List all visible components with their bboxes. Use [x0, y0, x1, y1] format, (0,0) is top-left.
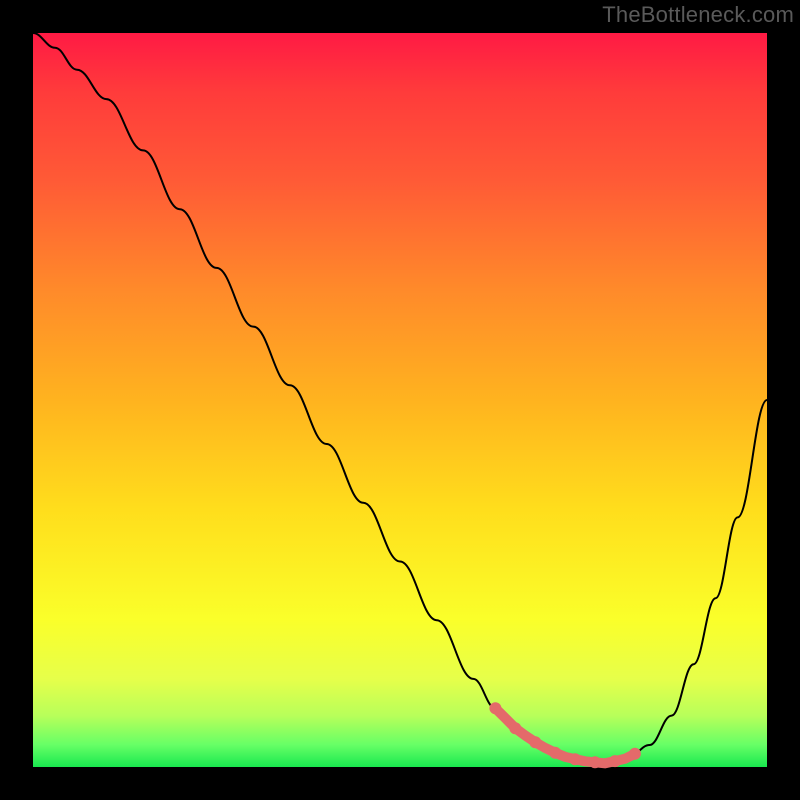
optimal-range-dot: [489, 702, 501, 714]
optimal-range-marker: [489, 702, 641, 768]
optimal-range-dot: [549, 747, 561, 759]
optimal-range-dot: [529, 736, 541, 748]
optimal-range-dot: [569, 753, 581, 765]
bottleneck-curve: [33, 33, 767, 763]
optimal-range-dot: [609, 755, 621, 767]
plot-area: [33, 33, 767, 767]
optimal-range-dot: [629, 748, 641, 760]
optimal-range-dot: [589, 756, 601, 768]
chart-frame: TheBottleneck.com: [0, 0, 800, 800]
chart-svg: [33, 33, 767, 767]
optimal-range-dot: [509, 722, 521, 734]
optimal-range-line: [495, 708, 635, 763]
watermark-text: TheBottleneck.com: [602, 2, 794, 28]
